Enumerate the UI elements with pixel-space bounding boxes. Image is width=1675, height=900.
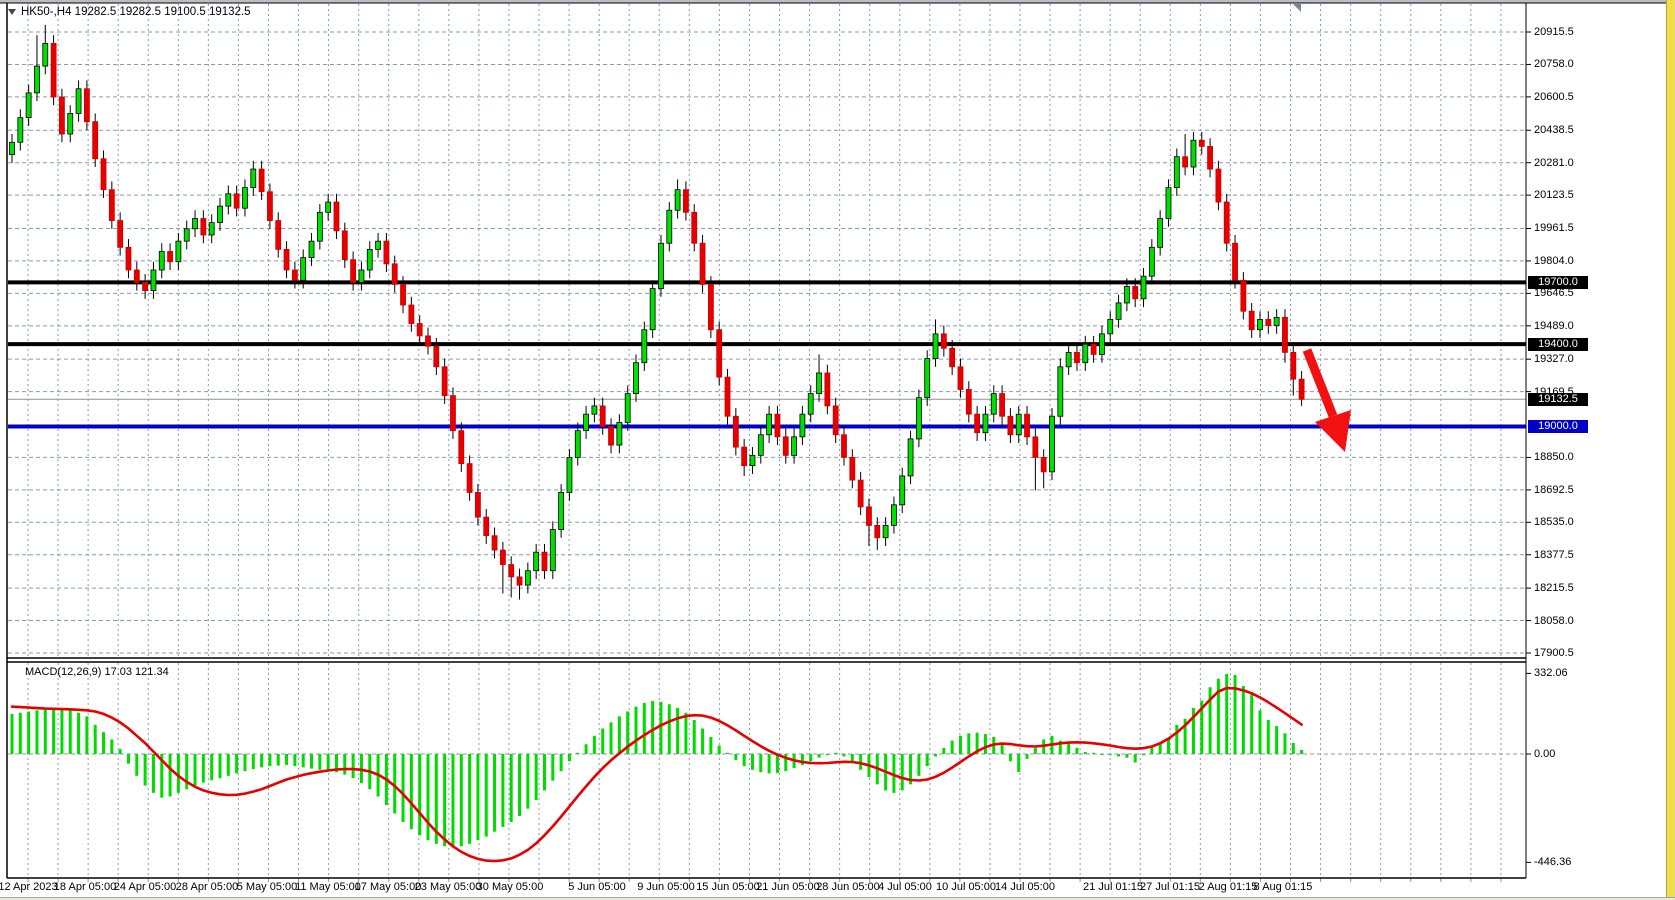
- price-tick-label: 20758.0: [1534, 58, 1604, 71]
- blue-level-price-label: 19000.0: [1528, 420, 1588, 433]
- time-axis-label: 5 Jun 05:00: [568, 881, 626, 893]
- price-tick-label: 18215.5: [1534, 582, 1604, 595]
- price-tick-label: 18058.0: [1534, 615, 1604, 628]
- price-tick-label: 19327.0: [1534, 353, 1604, 366]
- time-axis-label: 21 Jun 05:00: [756, 881, 820, 893]
- mt4-chart-window: HK50-,H4 19282.5 19282.5 19100.5 19132.5…: [0, 0, 1675, 900]
- time-axis-label: 17 May 05:00: [355, 881, 422, 893]
- price-tick-label: 17900.5: [1534, 647, 1604, 660]
- price-tick-label: 18535.0: [1534, 516, 1604, 529]
- time-axis-label: 18 Apr 05:00: [54, 881, 116, 893]
- main-chart-plot[interactable]: [8, 4, 1526, 656]
- price-tick-label: 19804.0: [1534, 255, 1604, 268]
- time-axis-label: 24 Apr 05:00: [114, 881, 176, 893]
- time-axis-label: 5 May 05:00: [237, 881, 298, 893]
- price-tick-label: 19489.0: [1534, 320, 1604, 333]
- macd-tick-label: -446.36: [1534, 856, 1604, 869]
- time-axis-label: 23 May 05:00: [415, 881, 482, 893]
- time-axis-label: 15 Jun 05:00: [696, 881, 760, 893]
- time-axis-label: 30 May 05:00: [477, 881, 544, 893]
- time-axis-label: 11 May 05:00: [295, 881, 361, 893]
- price-tick-label: 18377.5: [1534, 549, 1604, 562]
- price-tick-label: 19961.5: [1534, 222, 1604, 235]
- price-tick-label: 20915.5: [1534, 26, 1604, 39]
- macd-histogram-series: [11, 674, 1304, 848]
- price-tick-label: 20438.5: [1534, 124, 1604, 137]
- black-level-price-label: 19700.0: [1528, 276, 1588, 289]
- macd-tick-label: 332.06: [1534, 667, 1604, 680]
- macd-tick-label: 0.00: [1534, 748, 1604, 761]
- time-axis-label: 8 Aug 01:15: [1254, 881, 1313, 893]
- price-tick-label: 18692.5: [1534, 484, 1604, 497]
- time-axis-label: 9 Jun 05:00: [637, 881, 695, 893]
- price-tick-label: 20600.5: [1534, 91, 1604, 104]
- time-axis-label: 28 Jun 05:00: [816, 881, 880, 893]
- macd-indicator-label: MACD(12,26,9) 17.03 121.34: [25, 666, 169, 678]
- black-level-price-label: 19400.0: [1528, 338, 1588, 351]
- macd-signal-line: [12, 688, 1302, 861]
- black-level-price-label: 19132.5: [1528, 393, 1588, 406]
- price-tick-label: 20123.5: [1534, 189, 1604, 202]
- price-tick-label: 20281.0: [1534, 157, 1604, 170]
- window-right-edge: [1666, 0, 1675, 897]
- time-axis-label: 10 Jul 05:00: [936, 881, 996, 893]
- price-tick-label: 19646.5: [1534, 287, 1604, 300]
- time-axis-label: 12 Apr 2023: [0, 881, 58, 893]
- time-axis-label: 2 Aug 01:15: [1199, 881, 1258, 893]
- time-axis-label: 4 Jul 05:00: [878, 881, 932, 893]
- time-axis-label: 27 Jul 01:15: [1140, 881, 1200, 893]
- time-axis-label: 14 Jul 05:00: [995, 881, 1055, 893]
- time-axis-label: 21 Jul 01:15: [1083, 881, 1143, 893]
- price-tick-label: 18850.0: [1534, 451, 1604, 464]
- time-axis-label: 28 Apr 05:00: [176, 881, 238, 893]
